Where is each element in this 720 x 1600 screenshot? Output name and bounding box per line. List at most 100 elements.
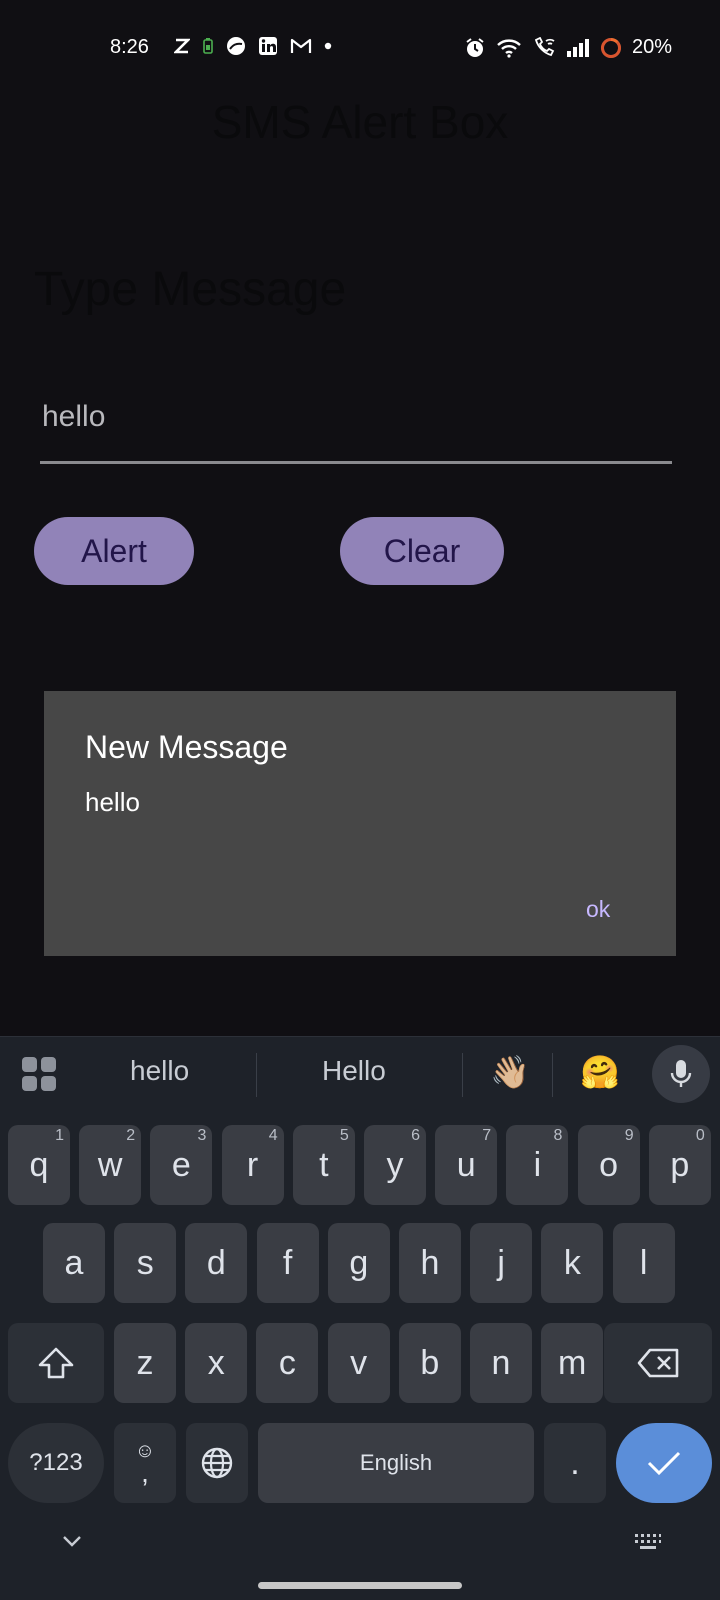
key-label: c <box>278 1343 296 1382</box>
key-label: g <box>349 1243 369 1282</box>
dialog-message: hello <box>85 787 140 817</box>
app-title: SMS Alert Box <box>211 96 509 148</box>
key-label: r <box>246 1145 259 1184</box>
key-hint: 7 <box>482 1127 492 1144</box>
system-icons: 20% <box>464 36 672 59</box>
key-label: w <box>97 1145 123 1184</box>
key-hint: 5 <box>339 1127 349 1144</box>
backspace-key[interactable] <box>604 1323 712 1403</box>
wifi-calling-icon <box>532 36 556 59</box>
suggestion-bar: hello Hello 👋🏼 🤗 <box>0 1037 720 1117</box>
linkedin-icon <box>258 36 278 56</box>
suggestion-1[interactable]: hello <box>130 1055 189 1087</box>
key-f[interactable]: f <box>256 1223 319 1303</box>
battery-ring-icon <box>600 37 622 59</box>
key-label: q <box>29 1145 49 1184</box>
period-key[interactable]: . <box>544 1423 606 1503</box>
key-j[interactable]: j <box>470 1223 533 1303</box>
key-z[interactable]: z <box>114 1323 176 1403</box>
key-u[interactable]: u7 <box>435 1125 498 1205</box>
key-hint: 4 <box>268 1127 278 1144</box>
suggestion-divider <box>256 1053 257 1097</box>
backspace-icon <box>636 1347 680 1379</box>
key-b[interactable]: b <box>398 1323 461 1403</box>
key-label: p <box>670 1145 690 1184</box>
alarm-icon <box>464 37 486 59</box>
key-x[interactable]: x <box>185 1323 248 1403</box>
clear-button[interactable]: Clear <box>340 517 504 585</box>
key-p[interactable]: p0 <box>648 1125 711 1205</box>
key-hint: 8 <box>553 1127 563 1144</box>
battery-percent: 20% <box>631 36 672 58</box>
key-label: x <box>207 1343 225 1382</box>
key-e[interactable]: e3 <box>150 1125 213 1205</box>
status-time: 8:26 <box>110 36 149 58</box>
key-k[interactable]: k <box>541 1223 604 1303</box>
signal-icon <box>566 38 590 58</box>
key-i[interactable]: i8 <box>506 1125 569 1205</box>
key-c[interactable]: c <box>256 1323 319 1403</box>
emoji-suggestion-hugging-face[interactable]: 🤗 <box>580 1053 620 1091</box>
key-hint: 9 <box>624 1127 634 1144</box>
dialog-title: New Message <box>85 729 288 765</box>
key-hint: 0 <box>695 1127 705 1144</box>
key-s[interactable]: s <box>114 1223 177 1303</box>
key-y[interactable]: y6 <box>364 1125 426 1205</box>
microphone-icon <box>670 1059 692 1089</box>
key-l[interactable]: l <box>612 1223 675 1303</box>
comma-key[interactable]: ☺ , <box>114 1423 176 1503</box>
key-label: u <box>456 1145 476 1184</box>
key-hint: 3 <box>197 1127 207 1144</box>
message-input[interactable] <box>40 372 672 464</box>
shift-key[interactable] <box>8 1323 104 1403</box>
key-n[interactable]: n <box>470 1323 532 1403</box>
battery-saver-icon <box>202 37 214 55</box>
key-a[interactable]: a <box>43 1223 105 1303</box>
key-label: n <box>491 1343 511 1382</box>
language-key[interactable] <box>186 1423 248 1503</box>
dialog-ok-button[interactable]: ok <box>586 896 610 923</box>
key-t[interactable]: t5 <box>292 1125 355 1205</box>
key-label: y <box>386 1145 404 1184</box>
emoji-suggestion-waving-hand[interactable]: 👋🏼 <box>490 1053 530 1091</box>
keyboard-apps-icon[interactable] <box>22 1057 56 1091</box>
mic-button[interactable] <box>652 1045 710 1103</box>
key-m[interactable]: m <box>541 1323 604 1403</box>
key-q[interactable]: q1 <box>8 1125 70 1205</box>
key-label: e <box>171 1145 191 1184</box>
key-d[interactable]: d <box>185 1223 248 1303</box>
weather-icon <box>226 36 246 56</box>
type-message-label: Type Message <box>34 263 347 316</box>
home-gesture-pill[interactable] <box>258 1582 462 1589</box>
key-hint: 1 <box>55 1127 64 1144</box>
symbols-key[interactable]: ?123 <box>8 1423 104 1503</box>
wifi-icon <box>496 38 522 58</box>
status-bar: 8:26 20% <box>0 0 720 96</box>
done-key[interactable] <box>616 1423 712 1503</box>
alert-button[interactable]: Alert <box>34 517 194 585</box>
key-label: j <box>497 1243 505 1282</box>
key-v[interactable]: v <box>327 1323 390 1403</box>
key-label: z <box>136 1343 154 1382</box>
key-label: f <box>282 1243 293 1282</box>
key-h[interactable]: h <box>399 1223 461 1303</box>
key-label: v <box>350 1343 368 1382</box>
key-g[interactable]: g <box>327 1223 390 1303</box>
comma-label: , <box>141 1457 149 1488</box>
key-label: l <box>639 1243 648 1282</box>
key-o[interactable]: o9 <box>577 1125 640 1205</box>
key-label: o <box>599 1145 619 1184</box>
suggestion-divider <box>462 1053 463 1097</box>
key-r[interactable]: r4 <box>221 1125 284 1205</box>
z-app-icon <box>174 37 190 55</box>
key-label: a <box>64 1243 84 1282</box>
suggestion-2[interactable]: Hello <box>322 1055 386 1087</box>
dot-icon <box>324 42 332 50</box>
navigation-bar <box>0 1512 720 1600</box>
space-key[interactable]: English <box>258 1423 534 1503</box>
key-label: b <box>420 1343 440 1382</box>
key-w[interactable]: w2 <box>79 1125 142 1205</box>
globe-icon <box>200 1446 234 1480</box>
key-hint: 2 <box>126 1127 136 1144</box>
key-label: s <box>136 1243 154 1282</box>
